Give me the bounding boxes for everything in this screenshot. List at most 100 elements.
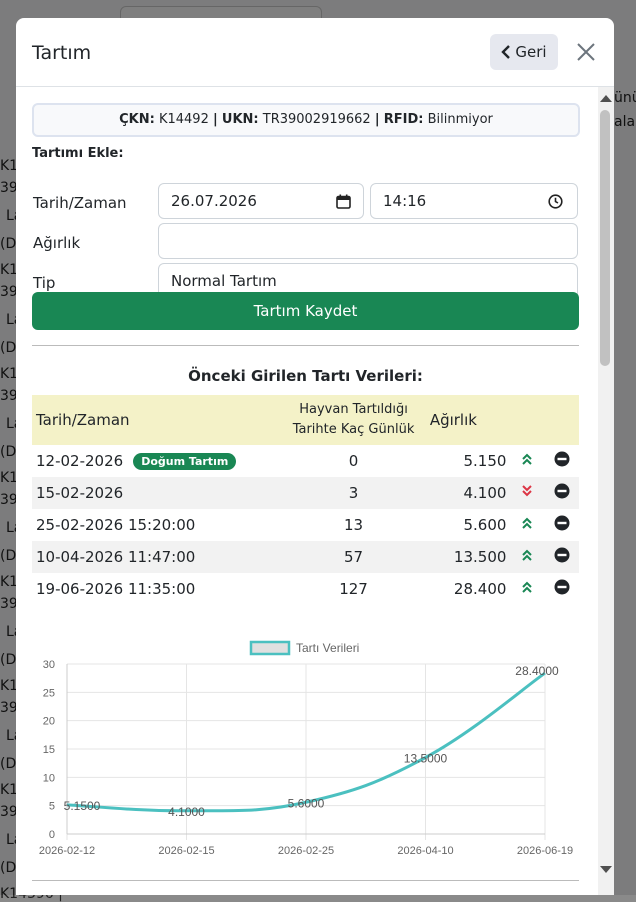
table-row: 15-02-2026 3 4.100 [32,477,579,509]
delete-cell [544,445,579,477]
row-date: 25-02-2026 15:20:00 [32,509,281,541]
row-days: 0 [348,452,359,470]
row-days: 57 [343,548,364,566]
date-input-value: 26.07.2026 [171,192,257,210]
remove-circle-icon[interactable] [554,547,570,563]
col-date: Tarih/Zaman [36,411,130,429]
row-date-text: 10-04-2026 11:47:00 [36,548,196,566]
save-weighing-button[interactable]: Tartım Kaydet [32,292,579,330]
row-date: 19-06-2026 11:35:00 [32,573,281,605]
date-input[interactable]: 26.07.2026 [158,183,364,219]
delete-cell [544,509,579,541]
row-weight: 13.500 [453,548,507,566]
remove-circle-icon[interactable] [554,483,570,499]
col-days: Hayvan Tartıldığı Tarihte Kaç Günlük [281,395,426,445]
table-header: Tarih/Zaman Hayvan Tartıldığı Tarihte Ka… [32,395,579,445]
legend-label: Tartı Verileri [296,641,359,655]
row-weight: 4.100 [463,484,507,502]
x-tick-label: 2026-02-15 [158,845,214,857]
back-button[interactable]: Geri [490,34,558,70]
row-date-text: 19-06-2026 11:35:00 [36,580,196,598]
ukn-value: TR39002919662 [262,112,371,127]
remove-circle-icon[interactable] [554,451,570,467]
row-days: 127 [339,580,368,598]
previous-weighings-title: Önceki Girilen Tartı Verileri: [188,367,423,385]
x-tick-label: 2026-06-19 [517,845,573,857]
weight-input[interactable] [158,223,578,259]
double-chevron-down-icon [522,485,533,497]
trend-cell [510,541,544,573]
y-tick-label: 5 [49,801,55,813]
trend-cell [510,477,544,509]
x-tick-label: 2026-02-25 [278,845,334,857]
y-tick-label: 15 [43,744,55,756]
rfid-label: RFID: [383,112,424,127]
y-tick-label: 10 [43,772,55,784]
row-days: 13 [343,516,364,534]
y-tick-label: 30 [43,659,55,671]
data-label: 5.1500 [64,799,101,813]
time-input[interactable]: 14:16 [370,183,578,219]
y-tick-label: 0 [49,829,55,841]
add-weighing-label: Tartımı Ekle: [32,146,124,161]
table-row: 12-02-2026 Doğum Tartım 0 5.150 [32,445,579,477]
clock-icon[interactable] [548,194,563,209]
remove-circle-icon[interactable] [554,515,570,531]
delete-cell [544,477,579,509]
time-input-value: 14:16 [383,192,427,210]
trend-cell [510,445,544,477]
separator: | [374,112,380,127]
double-chevron-up-icon [522,549,533,561]
table-row: 10-04-2026 11:47:00 57 13.500 [32,541,579,573]
type-select-value: Normal Tartım [171,272,277,290]
scrollbar-thumb[interactable] [600,110,610,366]
ukn-label: UKN: [221,112,259,127]
ckn-value: K14492 [158,112,209,127]
row-weight: 5.150 [463,452,507,470]
close-icon[interactable] [574,40,598,64]
weighings-table: Tarih/Zaman Hayvan Tartıldığı Tarihte Ka… [32,395,579,605]
scroll-down-icon[interactable] [600,866,612,873]
weight-label: Ağırlık [33,234,81,252]
trend-cell [510,573,544,605]
delete-cell [544,573,579,605]
row-date: 15-02-2026 [32,477,281,509]
delete-cell [544,541,579,573]
weight-chart: 0 5 10 15 20 25 30 2026-02-12 2026-02-15 2026-02-… [16,617,598,857]
data-label: 28.4000 [515,664,559,678]
separator: | [213,112,218,127]
type-label: Tip [33,274,56,292]
scroll-up-icon[interactable] [600,95,612,102]
row-date: 12-02-2026 Doğum Tartım [32,445,281,477]
col-weight: Ağırlık [429,411,477,429]
modal-header: Tartım Geri [16,18,614,87]
row-weight: 28.400 [453,580,507,598]
table-row: 25-02-2026 15:20:00 13 5.600 [32,509,579,541]
row-days: 3 [348,484,359,502]
data-label: 5.6000 [288,796,325,810]
legend-swatch [249,640,291,656]
col-days-line1: Hayvan Tartıldığı [299,402,408,417]
weighing-modal: Tartım Geri ÇKN: K14492 | UKN: TR3900291… [16,18,614,895]
x-tick-label: 2026-04-10 [397,845,453,857]
double-chevron-up-icon [522,517,533,529]
calendar-icon[interactable] [336,194,351,209]
x-tick-label: 2026-02-12 [39,845,95,857]
data-label: 13.5000 [404,752,448,766]
back-button-label: Geri [515,43,547,61]
rfid-value: Bilinmiyor [427,112,493,127]
divider [32,345,579,346]
modal-body: ÇKN: K14492 | UKN: TR39002919662 | RFID:… [16,87,598,895]
y-tick-label: 20 [43,716,55,728]
divider [32,880,579,881]
double-chevron-up-icon [522,453,533,465]
remove-circle-icon[interactable] [554,579,570,595]
table-row: 19-06-2026 11:35:00 127 28.400 [32,573,579,605]
weight-chart-svg: 0 5 10 15 20 25 30 2026-02-12 2026-02-15 2026-02-… [39,640,573,857]
data-label: 4.1000 [168,805,205,819]
row-date-text: 12-02-2026 [36,452,124,470]
row-weight: 5.600 [463,516,507,534]
datetime-label: Tarih/Zaman [33,194,127,212]
row-date-text: 25-02-2026 15:20:00 [36,516,196,534]
ckn-label: ÇKN: [119,112,155,127]
